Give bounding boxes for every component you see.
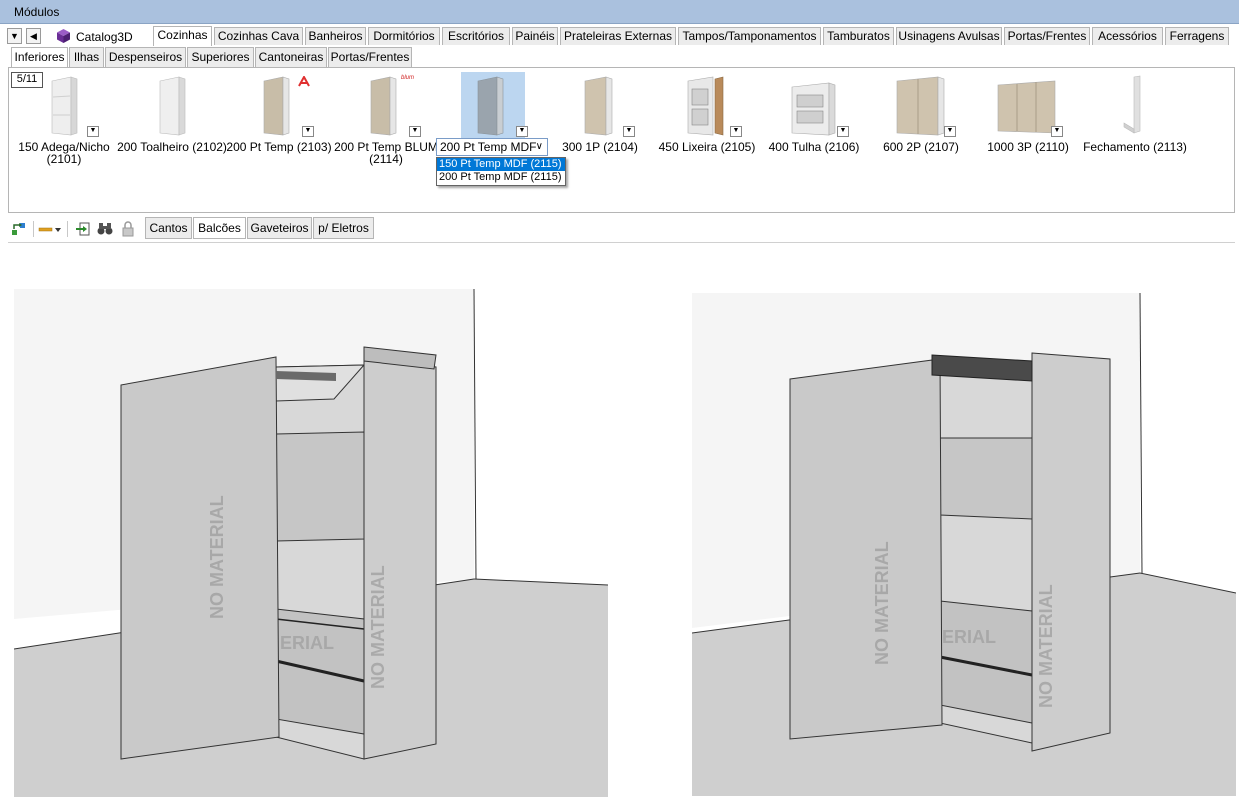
tab-superiores[interactable]: Superiores	[187, 47, 254, 67]
catalog-label: Catalog3D	[76, 30, 133, 44]
scroll-left-button[interactable]: ◀	[26, 28, 41, 44]
cabinet-3d-preview-left[interactable]: NO MATERIAL NO MATERIAL ERIAL	[14, 289, 608, 797]
tab-cantoneiras[interactable]: Cantoneiras	[255, 47, 327, 67]
tab-portas-frentes-sub[interactable]: Portas/Frentes	[328, 47, 412, 67]
module-item[interactable]: ▼ 200 Pt Temp (2103)	[224, 75, 334, 171]
binoculars-icon[interactable]	[97, 221, 113, 237]
expand-variants-icon[interactable]: ▼	[837, 126, 849, 137]
tab-tamburatos[interactable]: Tamburatos	[823, 27, 894, 45]
variant-dropdown-list: 150 Pt Temp MDF (2115) 200 Pt Temp MDF (…	[436, 157, 566, 186]
no-material-label: NO MATERIAL	[1036, 584, 1056, 708]
module-caption: 400 Tulha (2106)	[768, 140, 860, 154]
expand-variants-icon[interactable]: ▼	[516, 126, 528, 137]
import-icon[interactable]	[75, 221, 91, 237]
tab-prateleiras-externas[interactable]: Prateleiras Externas	[560, 27, 676, 45]
expand-variants-icon[interactable]: ▼	[944, 126, 956, 137]
hettich-logo-icon	[298, 76, 310, 87]
ruler-dropdown-icon[interactable]	[38, 221, 62, 237]
module-caption: 300 1P (2104)	[562, 140, 638, 154]
module-caption: 200 Pt Temp BLUM (2114)	[334, 140, 438, 166]
module-item[interactable]: ▼ 150 Adega/Nicho (2101)	[9, 75, 119, 171]
tab-despenseiros[interactable]: Despenseiros	[105, 47, 186, 67]
tab-tampos-tamponamentos[interactable]: Tampos/Tamponamentos	[678, 27, 821, 45]
window-title: Módulos	[14, 5, 60, 19]
category-tab-row: ▼ ◀ Catalog3D Cozinhas Cozinhas Cava Ban…	[7, 26, 1235, 47]
cabinet-thumbnail-icon	[263, 76, 290, 136]
blum-badge: blum	[401, 75, 415, 81]
no-material-label-partial: ERIAL	[942, 627, 996, 647]
module-caption: 1000 3P (2110)	[987, 140, 1069, 154]
expand-variants-icon[interactable]: ▼	[623, 126, 635, 137]
cabinet-thumbnail-icon	[687, 76, 724, 136]
cabinet-thumbnail-icon	[159, 76, 186, 136]
no-material-label: NO MATERIAL	[368, 565, 388, 689]
window-titlebar: Módulos	[0, 0, 1239, 24]
dropdown-option[interactable]: 200 Pt Temp MDF (2115)	[437, 171, 565, 184]
module-caption: 600 2P (2107)	[883, 140, 959, 154]
tab-p-eletros[interactable]: p/ Eletros	[313, 217, 374, 239]
module-caption: 150 Adega/Nicho (2101)	[18, 140, 110, 166]
cabinet-thumbnail-icon	[791, 82, 836, 136]
tab-dormitorios[interactable]: Dormitórios	[368, 27, 440, 45]
no-material-label-partial: ERIAL	[280, 633, 334, 653]
tab-ferragens[interactable]: Ferragens	[1165, 27, 1229, 45]
toolbar-separator	[33, 221, 34, 237]
tab-paineis[interactable]: Painéis	[512, 27, 558, 45]
expand-variants-icon[interactable]: ▼	[409, 126, 421, 137]
dropdown-nav-button[interactable]: ▼	[7, 28, 22, 44]
tab-acessorios[interactable]: Acessórios	[1092, 27, 1163, 45]
tab-inferiores[interactable]: Inferiores	[11, 47, 68, 67]
tab-cantos[interactable]: Cantos	[145, 217, 192, 239]
view-toolbar: Cantos Balcões Gaveteiros p/ Eletros	[8, 216, 1235, 243]
tab-banheiros[interactable]: Banheiros	[305, 27, 366, 45]
dropdown-option[interactable]: 150 Pt Temp MDF (2115)	[437, 158, 565, 171]
tab-escritorios[interactable]: Escritórios	[442, 27, 510, 45]
expand-variants-icon[interactable]: ▼	[1051, 126, 1063, 137]
variant-combobox[interactable]: 200 Pt Temp MDF ∨	[436, 138, 548, 156]
expand-variants-icon[interactable]: ▼	[87, 126, 99, 137]
cube-icon	[57, 29, 70, 43]
tab-usinagens-avulsas[interactable]: Usinagens Avulsas	[896, 27, 1002, 45]
tab-portas-frentes[interactable]: Portas/Frentes	[1004, 27, 1090, 45]
cabinet-thumbnail-icon	[896, 76, 945, 136]
module-item[interactable]: ▼ 400 Tulha (2106)	[759, 75, 869, 171]
toolbar-separator	[67, 221, 68, 237]
module-item[interactable]: ▼ 1000 3P (2110)	[973, 75, 1083, 171]
cabinet-thumbnail-icon	[51, 76, 78, 136]
chevron-down-icon: ∨	[535, 141, 543, 152]
module-item[interactable]: ▼ 450 Lixeira (2105)	[652, 75, 762, 171]
cabinet-3d-preview-right[interactable]: NO MATERIAL NO MATERIAL ERIAL	[692, 293, 1236, 796]
cabinet-thumbnail-icon	[370, 76, 397, 136]
tab-balcoes[interactable]: Balcões	[193, 217, 246, 239]
no-material-label: NO MATERIAL	[207, 495, 227, 619]
cabinet-thumbnail-icon	[584, 76, 613, 136]
refresh-tree-icon[interactable]	[11, 221, 27, 237]
cabinet-thumbnail-icon	[477, 76, 504, 136]
module-item[interactable]: Fechamento (2113)	[1080, 75, 1190, 171]
module-item[interactable]: 200 Toalheiro (2102)	[117, 75, 227, 171]
combo-value: 200 Pt Temp MDF	[440, 140, 537, 154]
module-caption: 200 Pt Temp (2103)	[226, 140, 332, 154]
cabinet-thumbnail-icon	[1123, 75, 1141, 134]
lock-icon[interactable]	[120, 221, 136, 237]
no-material-label: NO MATERIAL	[872, 541, 892, 665]
module-item[interactable]: blum ▼ 200 Pt Temp BLUM (2114)	[331, 75, 441, 171]
tab-ilhas[interactable]: Ilhas	[69, 47, 104, 67]
subcategory-tab-row: Inferiores Ilhas Despenseiros Superiores…	[11, 47, 412, 67]
module-caption: 450 Lixeira (2105)	[658, 140, 756, 154]
expand-variants-icon[interactable]: ▼	[302, 126, 314, 137]
tab-gaveteiros[interactable]: Gaveteiros	[247, 217, 312, 239]
tab-cozinhas-cava[interactable]: Cozinhas Cava	[214, 27, 303, 45]
chevron-left-icon: ◀	[30, 31, 37, 41]
chevron-down-icon: ▼	[10, 31, 19, 41]
module-item[interactable]: ▼ 600 2P (2107)	[866, 75, 976, 171]
module-caption: Fechamento (2113)	[1083, 140, 1187, 154]
tab-cozinhas[interactable]: Cozinhas	[153, 26, 212, 46]
module-caption: 200 Toalheiro (2102)	[117, 140, 227, 154]
expand-variants-icon[interactable]: ▼	[730, 126, 742, 137]
